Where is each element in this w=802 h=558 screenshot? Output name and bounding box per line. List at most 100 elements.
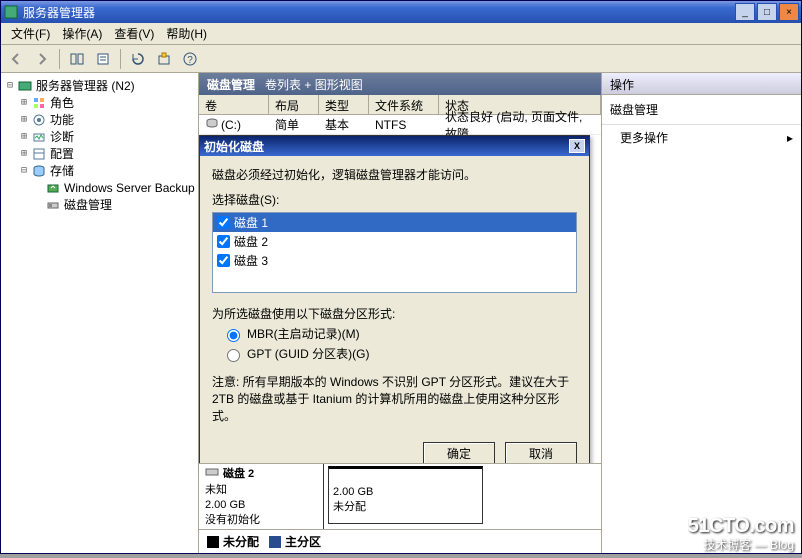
properties-icon[interactable] <box>92 48 114 70</box>
col-vol[interactable]: 卷 <box>199 95 269 114</box>
disk-item-1[interactable]: 磁盘 1 <box>213 213 576 232</box>
disk-list[interactable]: 磁盘 1 磁盘 2 磁盘 3 <box>212 212 577 293</box>
disk-checkbox-2[interactable] <box>217 235 230 248</box>
dialog-note: 注意: 所有早期版本的 Windows 不识别 GPT 分区形式。建议在大于 2… <box>212 374 577 424</box>
volume-icon <box>205 117 221 132</box>
disk-icon <box>205 466 219 483</box>
disk-label: 磁盘 3 <box>234 252 268 269</box>
actions-pane: 操作 磁盘管理 更多操作 ▸ <box>601 73 801 553</box>
forward-button[interactable] <box>31 48 53 70</box>
disk-item-2[interactable]: 磁盘 2 <box>213 232 576 251</box>
nav-tree[interactable]: ⊟ 服务器管理器 (N2) ⊞ 角色 ⊞ 功能 ⊞ 诊断 ⊞ <box>1 73 199 553</box>
style-prompt: 为所选磁盘使用以下磁盘分区形式: <box>212 305 577 322</box>
tree-label: 功能 <box>50 111 74 128</box>
actions-more[interactable]: 更多操作 ▸ <box>602 125 801 150</box>
tree-label: Windows Server Backup <box>64 181 195 195</box>
maximize-button[interactable]: □ <box>757 3 777 21</box>
chevron-right-icon: ▸ <box>787 131 793 145</box>
cancel-button[interactable]: 取消 <box>505 442 577 464</box>
disk-checkbox-1[interactable] <box>217 216 230 229</box>
menu-view[interactable]: 查看(V) <box>108 23 160 44</box>
disk-name: 磁盘 2 <box>223 467 254 482</box>
diagnostics-icon <box>31 129 47 145</box>
main-window: 服务器管理器 _ □ × 文件(F) 操作(A) 查看(V) 帮助(H) <box>0 0 802 554</box>
collapse-icon[interactable]: ⊟ <box>17 165 31 176</box>
show-hide-icon[interactable] <box>66 48 88 70</box>
tree-label: 角色 <box>50 94 74 111</box>
refresh-icon[interactable] <box>127 48 149 70</box>
menu-help[interactable]: 帮助(H) <box>160 23 213 44</box>
actions-more-label: 更多操作 <box>620 129 668 146</box>
body: ⊟ 服务器管理器 (N2) ⊞ 角色 ⊞ 功能 ⊞ 诊断 ⊞ <box>1 73 801 553</box>
toolbar-sep <box>120 49 121 69</box>
expand-icon[interactable]: ⊟ <box>3 80 17 91</box>
radio-mbr[interactable]: MBR(主启动记录)(M) <box>222 325 577 342</box>
mbr-radio[interactable] <box>227 329 240 342</box>
tree-roles[interactable]: ⊞ 角色 <box>3 94 196 111</box>
menubar: 文件(F) 操作(A) 查看(V) 帮助(H) <box>1 23 801 45</box>
initialize-disk-dialog: 初始化磁盘 X 磁盘必须经过初始化，逻辑磁盘管理器才能访问。 选择磁盘(S): … <box>199 135 590 475</box>
tree-diagnostics[interactable]: ⊞ 诊断 <box>3 128 196 145</box>
window-controls: _ □ × <box>735 3 799 21</box>
tree-storage[interactable]: ⊟ 存储 <box>3 162 196 179</box>
tree-label: 配置 <box>50 145 74 162</box>
disk-graphical-panel: 磁盘 2 未知 2.00 GB 没有初始化 2.00 GB 未分配 <box>199 463 601 553</box>
storage-icon <box>31 163 47 179</box>
center-subtitle: 卷列表 + 图形视图 <box>265 76 363 93</box>
disk-init: 没有初始化 <box>205 513 317 528</box>
help-icon[interactable]: ? <box>179 48 201 70</box>
toolbar-sep <box>59 49 60 69</box>
tree-features[interactable]: ⊞ 功能 <box>3 111 196 128</box>
tree-root[interactable]: ⊟ 服务器管理器 (N2) <box>3 77 196 94</box>
col-layout[interactable]: 布局 <box>269 95 319 114</box>
tree-label: 磁盘管理 <box>64 196 112 213</box>
tree-root-label: 服务器管理器 (N2) <box>36 77 135 94</box>
backup-icon <box>45 180 61 196</box>
tree-label: 存储 <box>50 162 74 179</box>
export-icon[interactable] <box>153 48 175 70</box>
radio-gpt[interactable]: GPT (GUID 分区表)(G) <box>222 345 577 362</box>
minimize-button[interactable]: _ <box>735 3 755 21</box>
config-icon <box>31 146 47 162</box>
features-icon <box>31 112 47 128</box>
disk-row[interactable]: 磁盘 2 未知 2.00 GB 没有初始化 2.00 GB 未分配 <box>199 464 601 530</box>
server-icon <box>17 78 33 94</box>
col-type[interactable]: 类型 <box>319 95 369 114</box>
disk-segment[interactable]: 2.00 GB 未分配 <box>328 466 483 524</box>
back-button[interactable] <box>5 48 27 70</box>
disk-label: 磁盘 1 <box>234 214 268 231</box>
diskmgmt-icon <box>45 197 61 213</box>
expand-icon[interactable]: ⊞ <box>17 148 31 159</box>
volume-row[interactable]: (C:) 简单 基本 NTFS 状态良好 (启动, 页面文件, 故障 <box>199 115 601 135</box>
tree-diskmgmt[interactable]: 磁盘管理 <box>3 196 196 213</box>
disk-label: 磁盘 2 <box>234 233 268 250</box>
cell-layout: 简单 <box>275 116 325 133</box>
disk-item-3[interactable]: 磁盘 3 <box>213 251 576 270</box>
center-pane: 磁盘管理 卷列表 + 图形视图 卷 布局 类型 文件系统 状态 (C:) 简单 … <box>199 73 601 553</box>
expand-icon[interactable]: ⊞ <box>17 131 31 142</box>
dialog-titlebar[interactable]: 初始化磁盘 X <box>200 136 589 156</box>
disk-bar: 2.00 GB 未分配 <box>324 464 601 529</box>
tree-wsb[interactable]: Windows Server Backup <box>3 179 196 196</box>
menu-action[interactable]: 操作(A) <box>56 23 108 44</box>
ok-button[interactable]: 确定 <box>423 442 495 464</box>
col-fs[interactable]: 文件系统 <box>369 95 439 114</box>
seg-size: 2.00 GB <box>333 485 478 500</box>
window-title: 服务器管理器 <box>23 4 735 21</box>
dialog-title: 初始化磁盘 <box>204 138 569 155</box>
seg-state: 未分配 <box>333 500 478 515</box>
dialog-close-button[interactable]: X <box>569 139 585 153</box>
disk-size: 2.00 GB <box>205 498 317 513</box>
gpt-radio[interactable] <box>227 349 240 362</box>
disk-checkbox-3[interactable] <box>217 254 230 267</box>
titlebar[interactable]: 服务器管理器 _ □ × <box>1 1 801 23</box>
menu-file[interactable]: 文件(F) <box>5 23 56 44</box>
dialog-msg: 磁盘必须经过初始化，逻辑磁盘管理器才能访问。 <box>212 166 577 183</box>
tree-config[interactable]: ⊞ 配置 <box>3 145 196 162</box>
legend: 未分配 主分区 <box>199 530 601 552</box>
expand-icon[interactable]: ⊞ <box>17 114 31 125</box>
close-button[interactable]: × <box>779 3 799 21</box>
toolbar: ? <box>1 45 801 73</box>
expand-icon[interactable]: ⊞ <box>17 97 31 108</box>
select-label: 选择磁盘(S): <box>212 191 577 208</box>
